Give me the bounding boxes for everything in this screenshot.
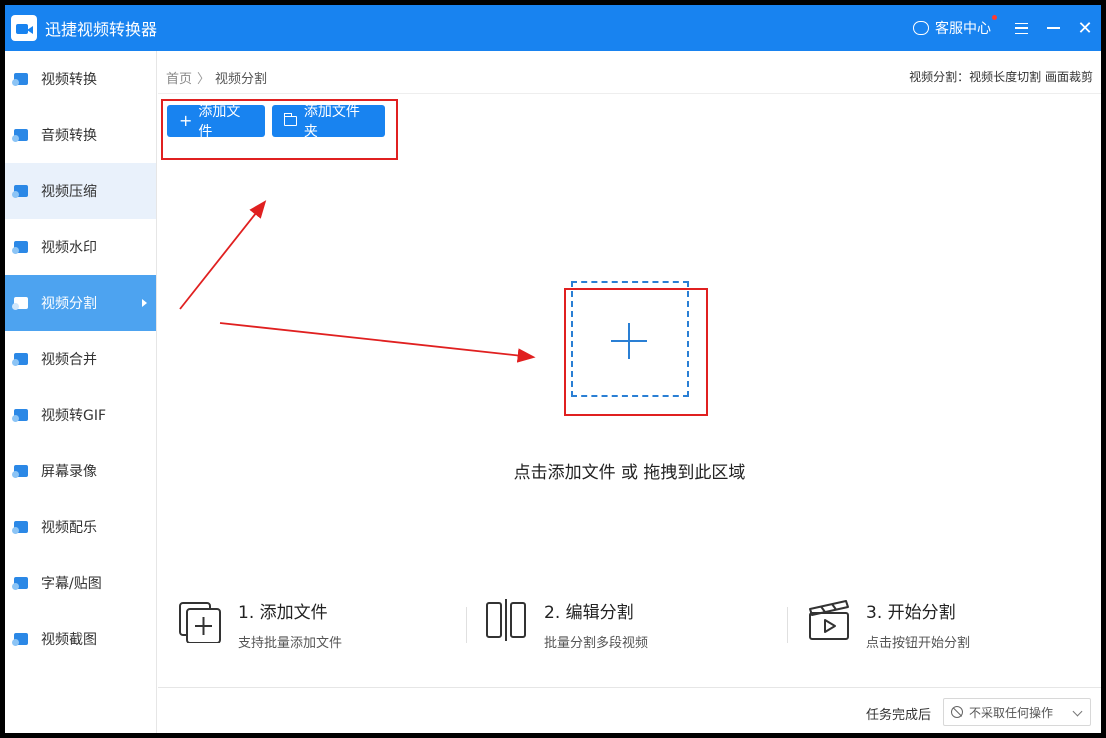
video-watermark-icon (12, 238, 32, 256)
video-gif-icon (12, 406, 32, 424)
screen-record-icon (12, 462, 32, 480)
sidebar-item-label: 字幕/贴图 (41, 576, 102, 592)
breadcrumb-separator: 〉 (197, 72, 211, 87)
audio-convert-icon (12, 126, 32, 144)
breadcrumb: 首页 〉 视频分割 (166, 68, 267, 87)
sidebar-item-subtitle-sticker[interactable]: 字幕/贴图 (5, 555, 156, 611)
sidebar-item-label: 视频截图 (41, 632, 97, 648)
sidebar-item-video-gif[interactable]: 视频转GIF (5, 387, 156, 443)
step-start-split: 3. 开始分割 点击按钮开始分割 (806, 595, 970, 651)
menu-icon (1014, 22, 1028, 34)
sidebar: 视频转换 音频转换 视频压缩 视频水印 视频分割 视频合并 视频转GIF 屏幕录… (5, 51, 157, 733)
title-bar: 迅捷视频转换器 客服中心 ✕ (5, 5, 1101, 51)
step-subtitle: 支持批量添加文件 (238, 636, 343, 651)
video-convert-icon (12, 70, 32, 88)
clapperboard-icon (809, 600, 849, 640)
feature-description: 视频分割：视频长度切割 画面裁剪 (909, 70, 1093, 84)
prohibit-icon (951, 706, 963, 718)
video-merge-icon (12, 350, 32, 368)
customer-service-label: 客服中心 (935, 21, 991, 37)
sidebar-item-label: 音频转换 (41, 128, 97, 144)
menu-button[interactable] (1005, 5, 1037, 51)
after-task-label: 任务完成后 (865, 708, 931, 723)
video-compress-icon (12, 182, 32, 200)
step-edit-split: 2. 编辑分割 批量分割多段视频 (484, 595, 648, 651)
drop-hint: 点击添加文件 或 拖拽到此区域 (513, 463, 746, 483)
close-icon: ✕ (1077, 17, 1093, 39)
step-divider (787, 607, 788, 643)
sidebar-item-label: 视频分割 (41, 296, 97, 312)
step-divider (466, 607, 467, 643)
sidebar-item-video-compress[interactable]: 视频压缩 (5, 163, 156, 219)
app-window: 迅捷视频转换器 客服中心 ✕ 视频转换 音频转换 视频压缩 视频水印 视频分割 … (5, 5, 1101, 733)
customer-service-button[interactable]: 客服中心 (913, 15, 997, 38)
sidebar-item-video-merge[interactable]: 视频合并 (5, 331, 156, 387)
app-logo-icon (11, 15, 37, 41)
chevron-down-icon (1072, 706, 1083, 717)
notification-dot (992, 15, 997, 20)
breadcrumb-current: 视频分割 (215, 72, 268, 87)
minimize-icon (1046, 27, 1060, 29)
video-split-icon (12, 294, 32, 312)
sidebar-item-video-split[interactable]: 视频分割 (5, 275, 156, 331)
after-task-select[interactable]: 不采取任何操作 (943, 698, 1091, 726)
after-task-value: 不采取任何操作 (969, 705, 1054, 720)
sidebar-item-video-music[interactable]: 视频配乐 (5, 499, 156, 555)
step-subtitle: 点击按钮开始分割 (866, 636, 971, 651)
add-file-step-icon (179, 602, 221, 643)
minimize-button[interactable] (1037, 5, 1069, 51)
highlight-box-toolbar (161, 99, 398, 160)
sidebar-item-video-screenshot[interactable]: 视频截图 (5, 611, 156, 667)
video-screenshot-icon (12, 630, 32, 648)
sidebar-item-label: 视频转GIF (41, 408, 107, 424)
close-button[interactable]: ✕ (1069, 5, 1101, 51)
step-title: 2. 编辑分割 (544, 603, 634, 623)
sidebar-item-label: 视频转换 (41, 72, 97, 88)
step-add-file: 1. 添加文件 支持批量添加文件 (178, 595, 342, 651)
arrow-to-dropzone (219, 322, 536, 363)
sidebar-item-label: 屏幕录像 (41, 464, 97, 480)
video-music-icon (12, 518, 32, 536)
main-panel: 首页 〉 视频分割 视频分割：视频长度切割 画面裁剪 + 添加文件 添加文件夹 … (158, 51, 1101, 687)
app-title: 迅捷视频转换器 (45, 20, 158, 39)
chat-icon (913, 21, 929, 35)
sidebar-item-video-watermark[interactable]: 视频水印 (5, 219, 156, 275)
divider (158, 93, 1101, 94)
sidebar-item-label: 视频压缩 (41, 184, 97, 200)
footer-bar: 任务完成后 不采取任何操作 (158, 687, 1101, 733)
subtitle-sticker-icon (12, 574, 32, 592)
sidebar-item-audio-convert[interactable]: 音频转换 (5, 107, 156, 163)
highlight-box-dropzone (564, 288, 708, 416)
step-title: 1. 添加文件 (238, 603, 328, 623)
sidebar-item-label: 视频水印 (41, 240, 97, 256)
edit-split-step-icon (486, 599, 526, 641)
sidebar-item-screen-record[interactable]: 屏幕录像 (5, 443, 156, 499)
arrow-to-toolbar (179, 200, 267, 310)
sidebar-item-label: 视频合并 (41, 352, 97, 368)
sidebar-item-label: 视频配乐 (41, 520, 97, 536)
step-title: 3. 开始分割 (866, 603, 956, 623)
sidebar-item-video-convert[interactable]: 视频转换 (5, 51, 156, 107)
step-subtitle: 批量分割多段视频 (544, 636, 649, 651)
breadcrumb-home[interactable]: 首页 (166, 68, 192, 87)
